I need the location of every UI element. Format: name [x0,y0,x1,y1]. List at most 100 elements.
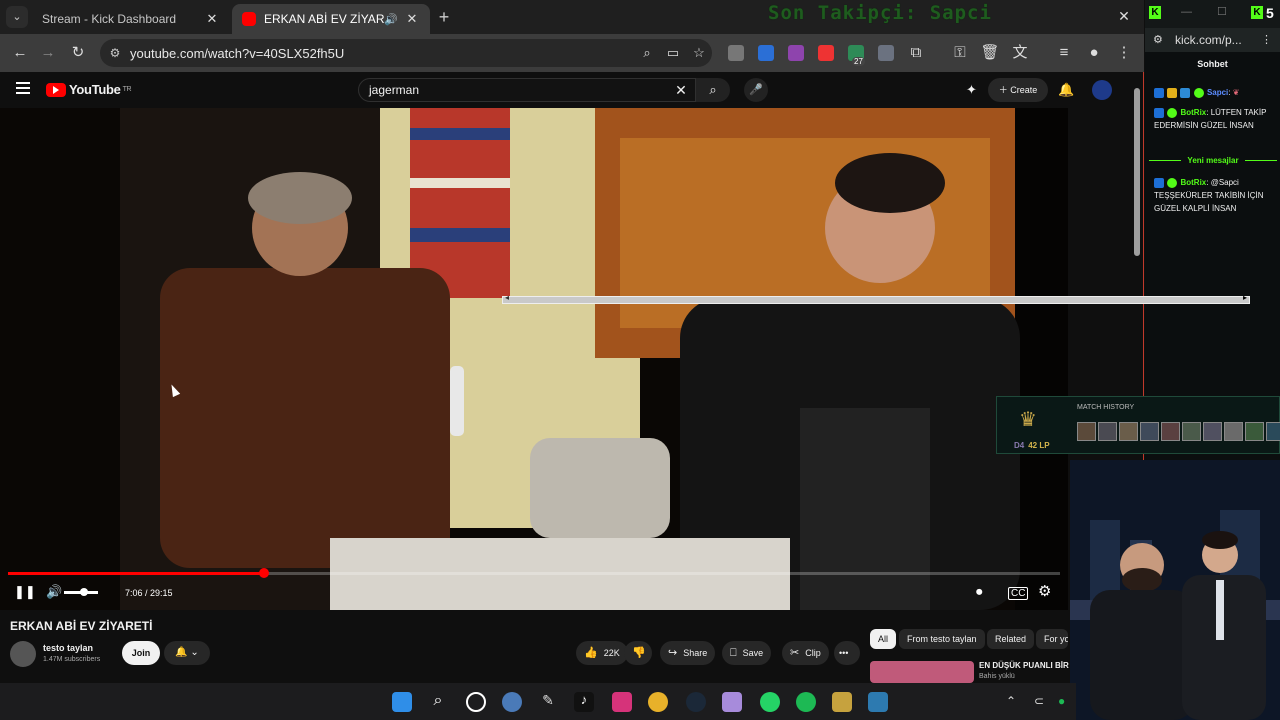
browser-menu-icon[interactable]: ⋮ [1114,43,1134,63]
champion-portrait-icon [1266,422,1280,441]
qr-extension-icon[interactable] [728,45,744,61]
scrubber-handle[interactable] [258,568,269,578]
channel-name[interactable]: testo taylan [43,643,93,653]
hamburger-menu-icon[interactable] [16,82,30,94]
kick-url-text: kick.com/p... [1175,33,1242,47]
maximize-icon[interactable]: ☐ [1217,5,1227,18]
youtube-logo[interactable]: YouTube TR [46,82,132,97]
reload-icon[interactable]: ↻ [68,43,88,63]
channel-avatar[interactable] [10,641,36,667]
extension-icon[interactable] [788,45,804,61]
recommended-title[interactable]: EN DÜŞÜK PUANLI BİR [979,661,1069,670]
search-icon[interactable]: ⌕ [428,692,448,712]
more-actions-button[interactable]: ••• [834,641,860,665]
close-tab-icon[interactable]: ✕ [204,11,220,27]
tiktok-icon[interactable]: ♪ [574,692,594,712]
verified-badge-icon [1167,107,1178,118]
tab-kick-dashboard[interactable]: K Stream - Kick Dashboard ✕ [32,4,1191,34]
settings-gear-icon[interactable]: ⚙ [1038,582,1051,600]
zoom-icon[interactable]: ⌕ [634,45,660,61]
volume-slider[interactable] [64,588,98,596]
clip-button[interactable]: ✂ Clip [782,641,829,665]
chip-for-you[interactable]: For yo [1036,629,1068,649]
translate-icon[interactable]: 文 [1010,43,1030,63]
gemini-icon[interactable]: ✦ [966,82,977,98]
kick-window-titlebar: K — ☐ K 5 [1145,0,1280,28]
search-input[interactable]: jagerman ✕ [358,78,696,102]
autoplay-toggle[interactable]: ⏺ [976,584,983,600]
media-controls-icon[interactable]: ≡ [1054,43,1074,63]
kick-url-bar[interactable]: ⚙ kick.com/p... ⋮ [1145,28,1280,52]
obs-icon[interactable] [466,692,486,712]
chrome-icon[interactable] [648,692,668,712]
league-client-icon[interactable] [832,692,852,712]
account-avatar[interactable] [1092,80,1112,100]
shield-extension-icon[interactable] [878,45,894,61]
tray-chevron-icon[interactable]: ⌃ [1006,694,1016,708]
steam-icon[interactable] [686,692,706,712]
settings-gear-icon[interactable] [502,692,522,712]
photos-icon[interactable] [722,692,742,712]
video-player[interactable]: ❚❚ 🔊 7:06 / 29:15 ⏺ CC ⚙ [0,108,1068,610]
instagram-icon[interactable] [612,692,632,712]
tab-search-button[interactable]: ⌄ [6,6,28,28]
pocket-extension-icon[interactable] [818,45,834,61]
cast-icon[interactable]: ▭ [660,45,686,61]
save-button[interactable]: ⎕ Save [722,641,772,665]
captions-button[interactable]: CC [1008,587,1029,600]
site-info-icon[interactable]: ⚙ [1153,28,1163,52]
chip-related[interactable]: Related [987,629,1035,649]
window-close-button[interactable]: ✕ [1114,8,1134,26]
chat-username[interactable]: Sapci [1207,88,1228,97]
video-title: ERKAN ABİ EV ZİYARETİ [10,619,153,633]
dislike-button[interactable]: 👎 [624,641,652,665]
join-button[interactable]: Join [122,641,160,665]
chip-from-channel[interactable]: From testo taylan [899,629,985,649]
badge-icon [1154,87,1164,98]
app-icon[interactable] [868,692,888,712]
chat-username[interactable]: BotRix [1180,178,1206,187]
windows-start-icon[interactable] [392,692,412,712]
scrollbar-thumb[interactable] [1134,88,1140,256]
chat-username[interactable]: BotRix [1180,108,1206,117]
tray-spotify-icon[interactable]: ● [1058,694,1065,708]
tray-app-icon[interactable]: ⊂ [1034,694,1044,708]
minimize-icon[interactable]: — [1181,6,1192,18]
volume-knob[interactable] [80,588,88,596]
pause-button[interactable]: ❚❚ [14,584,36,600]
notifications-bell-icon[interactable]: 🔔 [1058,82,1074,98]
spotify-icon[interactable] [796,692,816,712]
like-button[interactable]: 👍 22K [576,641,628,665]
extension-icon[interactable] [758,45,774,61]
speaker-icon[interactable]: 🔊 [384,13,398,26]
bookmark-star-icon[interactable]: ☆ [686,45,712,61]
chip-all[interactable]: All [870,629,897,649]
lp-value: 42 LP [1028,441,1050,450]
progress-bar[interactable] [8,568,1060,578]
address-bar[interactable]: ⚙ youtube.com/watch?v=40SLX52fh5U ⌕ ▭ ☆ [100,39,712,67]
password-key-icon[interactable]: ⚿ [950,43,970,63]
voice-search-icon[interactable]: 🎤 [744,78,768,102]
whatsapp-icon[interactable] [760,692,780,712]
trash-icon[interactable]: 🗑 [980,43,1000,63]
subscription-bell-button[interactable]: 🔔 ⌄ [164,641,210,665]
search-button[interactable]: ⌕ [696,78,730,102]
extensions-puzzle-icon[interactable]: ⧉ [906,43,926,63]
create-button[interactable]: ＋ Create [988,78,1048,102]
new-tab-button[interactable]: + [434,6,454,28]
back-icon[interactable]: ← [10,43,30,63]
clear-search-icon[interactable]: ✕ [667,82,695,99]
share-button[interactable]: ↪ Share [660,641,716,665]
site-info-icon[interactable]: ⚙ [100,46,130,60]
profile-avatar-icon[interactable]: ● [1084,43,1104,63]
tab-youtube-video[interactable]: ERKAN ABİ EV ZİYARETİ - Yo 🔊 ✕ [232,4,430,34]
recommended-thumbnail[interactable] [870,661,974,683]
kick-menu-icon[interactable]: ⋮ [1261,28,1272,52]
forward-icon[interactable]: → [38,43,58,63]
pen-icon[interactable]: ✎ [538,692,558,712]
youtube-icon [242,12,256,26]
chat-header: Sohbet [1197,59,1228,69]
overlay-horizontal-scrollbar[interactable] [502,293,1250,304]
close-tab-icon[interactable]: ✕ [404,11,420,27]
volume-icon[interactable]: 🔊 [46,584,62,600]
